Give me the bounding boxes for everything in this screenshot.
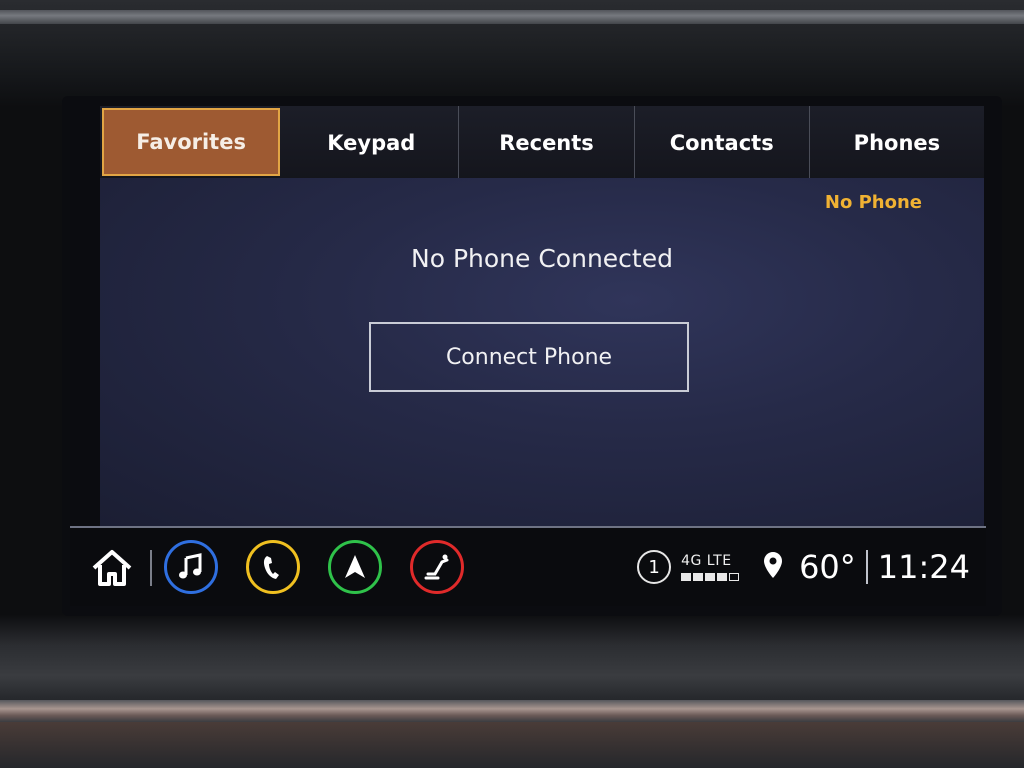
music-note-icon [179,553,202,579]
home-separator [150,550,152,586]
status-area: 1 4G LTE 60° 11:24 [637,540,970,594]
location-pin-icon [763,551,783,583]
connect-phone-button[interactable]: Connect Phone [369,322,689,392]
tab-phones[interactable]: Phones [810,106,984,180]
climate-seat-app-button[interactable] [410,540,464,594]
signal-bar [705,573,716,581]
bottom-trim [0,700,1024,722]
infotainment-screen: Favorites Keypad Recents Contacts Phones… [62,96,1002,616]
seat-icon [424,554,449,580]
no-phone-headline: No Phone Connected [411,244,673,273]
outside-temperature: 60° [799,548,856,586]
clock-separator [865,550,868,584]
sim-slot-indicator: 1 [637,550,672,584]
cellular-signal: 4G LTE [681,553,740,581]
phone-icon [263,556,279,579]
tab-contacts[interactable]: Contacts [635,106,810,180]
signal-bar [693,573,704,581]
tab-keypad[interactable]: Keypad [284,106,460,180]
home-icon[interactable] [90,548,134,588]
signal-bar [729,573,740,581]
tab-recents[interactable]: Recents [459,106,635,180]
navigation-app-button[interactable] [328,540,382,594]
clock: 11:24 [877,548,970,586]
phone-app-button[interactable] [246,540,300,594]
top-trim [0,10,1024,24]
audio-app-button[interactable] [164,540,218,594]
tab-favorites[interactable]: Favorites [102,108,281,176]
signal-bar [717,573,728,581]
network-type: 4G LTE [681,553,732,569]
phone-status-label: No Phone [824,192,922,213]
signal-bar [681,573,692,581]
navigation-arrow-icon [345,555,365,578]
phone-tabs: Favorites Keypad Recents Contacts Phones [100,106,984,182]
signal-bars [681,573,740,581]
bottom-bar: 1 4G LTE 60° 11:24 [70,528,986,606]
